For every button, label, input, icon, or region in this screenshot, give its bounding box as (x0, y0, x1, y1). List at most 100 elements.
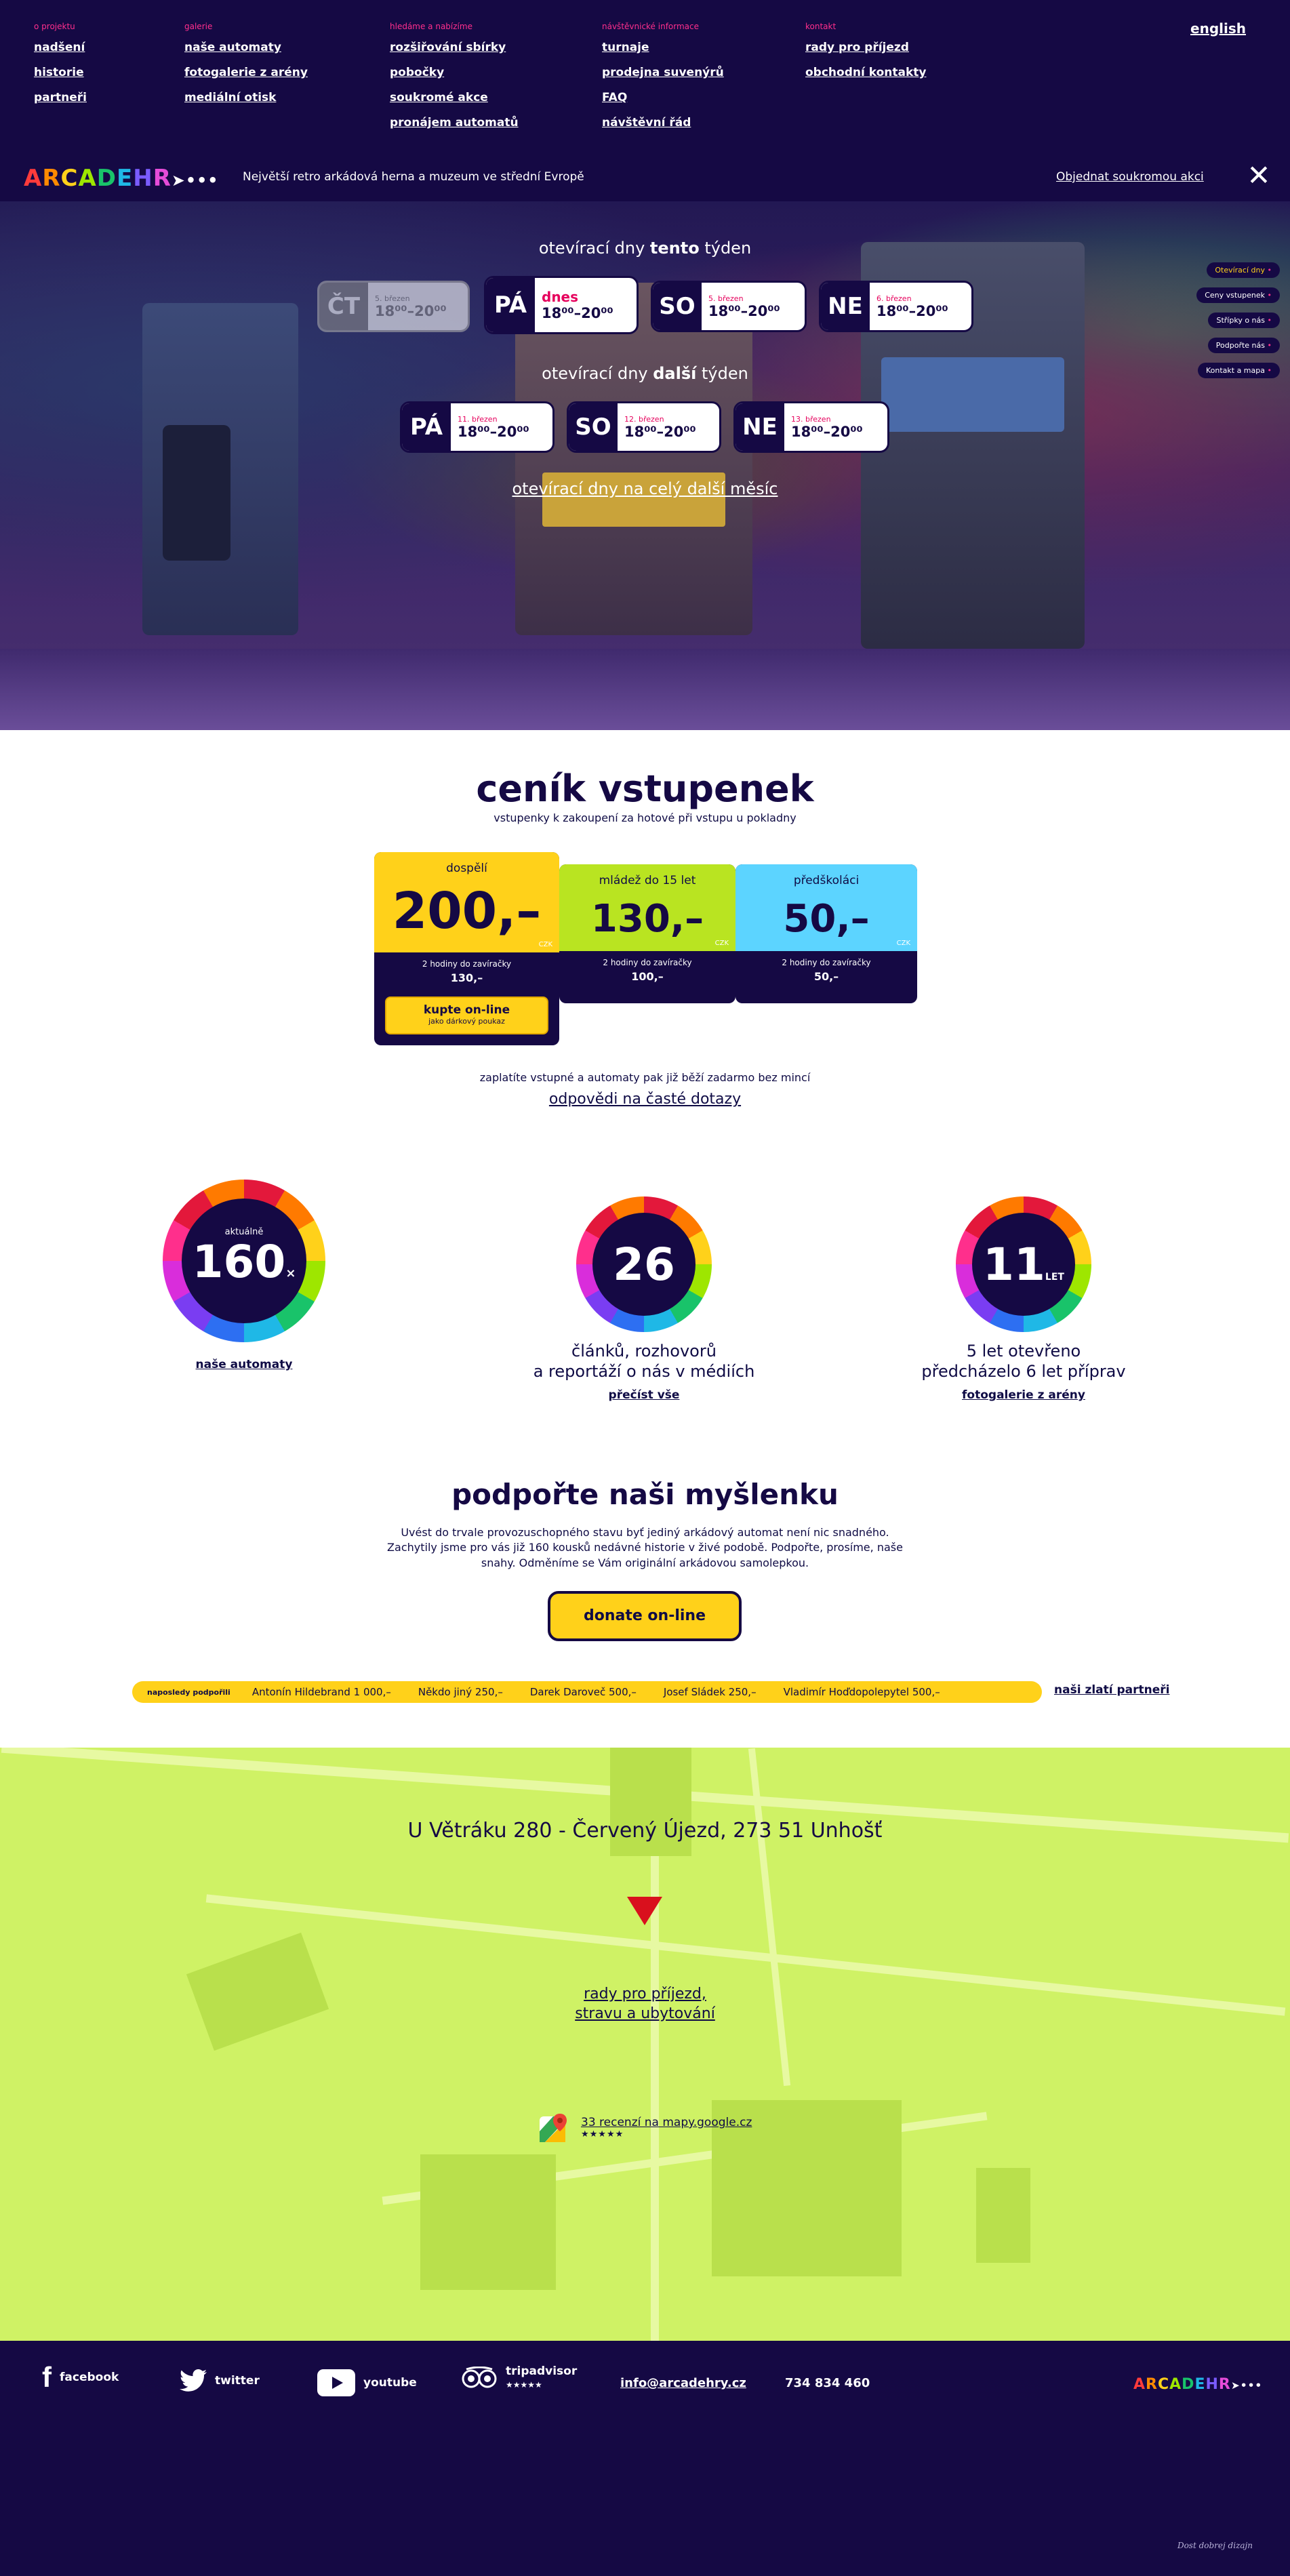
email-link[interactable]: info@arcadehry.cz (620, 2376, 746, 2390)
currency: CZK (896, 940, 910, 947)
day-card[interactable]: NE 6. březen 18⁰⁰–20⁰⁰ (819, 281, 973, 332)
footer: f facebook twitter youtube tripadvisor ★★… (0, 2341, 1290, 2576)
twitter-link[interactable]: twitter (180, 2369, 260, 2392)
location-map[interactable]: U Větráku 280 - Červený Újezd, 273 51 Un… (0, 1748, 1290, 2341)
day-card[interactable]: SO 12. březen 18⁰⁰–20⁰⁰ (567, 401, 721, 453)
day-time: 18⁰⁰–20⁰⁰ (791, 423, 863, 440)
media-read-all-link[interactable]: přečíst vše (576, 1388, 712, 1402)
nav-link-soukrome-akce[interactable]: soukromé akce (390, 91, 519, 104)
tripadvisor-link[interactable]: tripadvisor ★★★★★ (461, 2365, 577, 2390)
day-card[interactable]: PÁ 11. březen 18⁰⁰–20⁰⁰ (400, 401, 555, 453)
late-label: 2 hodiny do zavíračky (422, 959, 512, 969)
tripadvisor-icon (462, 2366, 497, 2388)
nav-column-contact: kontakt rady pro příjezd obchodní kontak… (805, 22, 926, 91)
logo-letter: H (133, 165, 153, 192)
media-text: článků, rozhovorů a reportáží o nás v méd… (533, 1342, 755, 1381)
nav-link-faq[interactable]: FAQ (602, 91, 724, 104)
gallery-link[interactable]: fotogalerie z arény (956, 1388, 1091, 1402)
gold-partners-link[interactable]: naši zlatí partneři (1054, 1683, 1170, 1697)
month-link[interactable]: otevírací dny na celý další měsíc (0, 479, 1290, 498)
logo-letter: R (1218, 2376, 1231, 2393)
side-nav-prices[interactable]: Ceny vstupenek (1196, 287, 1280, 303)
logo-letter: D (96, 165, 117, 192)
nav-link-nadseni[interactable]: nadšení (34, 41, 87, 54)
nav-link-prijezd[interactable]: rady pro příjezd (805, 41, 926, 54)
nav-link-obchodni-kontakty[interactable]: obchodní kontakty (805, 66, 926, 79)
buy-online-button[interactable]: kupte on-line jako dárkový poukaz (385, 997, 548, 1034)
years-badge: 11LET (956, 1196, 1091, 1332)
nav-link-automaty[interactable]: naše automaty (184, 41, 308, 54)
side-nav-support[interactable]: Podpořte nás (1207, 338, 1280, 353)
ticket-price: 50,– (783, 897, 870, 941)
nav-column-gallery: galerie naše automaty fotogalerie z arén… (184, 22, 308, 116)
logo-letter: H (1205, 2376, 1219, 2393)
side-nav-opening-days[interactable]: Otevírací dny (1207, 262, 1280, 278)
nav-caption: návštěvnické informace (602, 22, 700, 31)
machines-count-badge: aktuálně 160× (163, 1180, 325, 1342)
badge-suffix: LET (1045, 1272, 1064, 1283)
late-price: 50,– (813, 970, 839, 983)
logo-bar: ARCADEHR➤••• Největší retro arkádová her… (0, 153, 1290, 201)
ticket-price: 200,– (392, 882, 542, 940)
logo-letter: A (1133, 2376, 1146, 2393)
day-date: 12. březen (624, 414, 664, 424)
next-week-heading: otevírací dny další týden (542, 364, 748, 383)
pricing-section: ceník vstupenek vstupenky k zakoupení za… (0, 730, 1290, 1108)
logo-letter: C (60, 165, 79, 192)
top-navigation: o projektu nadšení historie partneři gal… (0, 0, 1290, 153)
faq-link[interactable]: odpovědi na časté dotazy (0, 1091, 1290, 1108)
logo-letter: R (1146, 2376, 1158, 2393)
close-icon[interactable]: ✕ (1245, 161, 1272, 190)
day-card[interactable]: ČT 5. březen 18⁰⁰–20⁰⁰ (317, 281, 470, 332)
nav-link-medialni-otisk[interactable]: mediální otisk (184, 91, 308, 104)
google-maps-icon[interactable] (540, 2114, 568, 2145)
side-nav-contact[interactable]: Kontakt a mapa (1197, 363, 1280, 378)
nav-link-fotogalerie[interactable]: fotogalerie z arény (184, 66, 308, 79)
location-pin-icon (627, 1897, 662, 1925)
day-name: NE (735, 403, 784, 451)
day-name: PÁ (402, 403, 451, 451)
arcadehry-footer-logo[interactable]: ARCADEHR➤••• (1133, 2376, 1262, 2393)
nav-link-turnaje[interactable]: turnaje (602, 41, 724, 54)
youtube-icon (317, 2369, 355, 2396)
day-date: 5. březen (708, 294, 744, 303)
donor-item: Darek Daroveč 500,– (529, 1686, 637, 1698)
nav-link-sbirka[interactable]: rozšiřování sbírky (390, 41, 519, 54)
badge-number: 11 (983, 1239, 1045, 1291)
arcadehry-logo[interactable]: ARCADEHR➤••• (24, 165, 219, 192)
nav-column-offers: hledáme a nabízíme rozšiřování sbírky po… (390, 22, 519, 141)
ticket-label: mládež do 15 let (599, 874, 696, 887)
nav-link-prodejna[interactable]: prodejna suvenýrů (602, 66, 724, 79)
day-card[interactable]: NE 13. březen 18⁰⁰–20⁰⁰ (733, 401, 889, 453)
day-date: 5. březen (375, 294, 410, 303)
facebook-link[interactable]: f facebook (42, 2361, 119, 2394)
day-name: PÁ (486, 278, 535, 332)
day-card-today[interactable]: PÁ dnes 18⁰⁰–20⁰⁰ (484, 276, 639, 334)
logo-letter: E (1194, 2376, 1206, 2393)
google-reviews-link[interactable]: 33 recenzí na mapy.google.cz ★★★★★ (581, 2116, 752, 2139)
donate-button[interactable]: donate on-line (548, 1591, 742, 1641)
nav-link-pobocky[interactable]: pobočky (390, 66, 519, 79)
nav-link-historie[interactable]: historie (34, 66, 87, 79)
machines-link[interactable]: naše automaty (190, 1358, 298, 1371)
day-card[interactable]: SO 5. březen 18⁰⁰–20⁰⁰ (651, 281, 807, 332)
private-event-link[interactable]: Objednat soukromou akci (1056, 170, 1204, 184)
youtube-link[interactable]: youtube (317, 2369, 417, 2396)
logo-letter: R (42, 165, 61, 192)
directions-link[interactable]: rady pro příjezd, stravu a ubytování (0, 1985, 1290, 2024)
nav-link-navstevni-rad[interactable]: návštěvní řád (602, 116, 724, 129)
logo-letter: A (78, 165, 97, 192)
day-time: 18⁰⁰–20⁰⁰ (708, 302, 780, 319)
day-time: 18⁰⁰–20⁰⁰ (876, 302, 948, 319)
logo-letter: C (1157, 2376, 1170, 2393)
nav-link-partneri[interactable]: partneři (34, 91, 87, 104)
language-switch[interactable]: english (1190, 20, 1246, 37)
day-name: ČT (319, 283, 368, 330)
side-nav-about[interactable]: Střípky o nás (1208, 313, 1280, 328)
nav-link-pronajem[interactable]: pronájem automatů (390, 116, 519, 129)
floor-image (0, 649, 1290, 730)
twitter-icon (180, 2369, 207, 2392)
donor-item: Vladimír Hoďdopolepytel 500,– (783, 1686, 940, 1698)
day-time: 18⁰⁰–20⁰⁰ (624, 423, 696, 440)
nav-column-project: o projektu nadšení historie partneři (34, 22, 87, 116)
